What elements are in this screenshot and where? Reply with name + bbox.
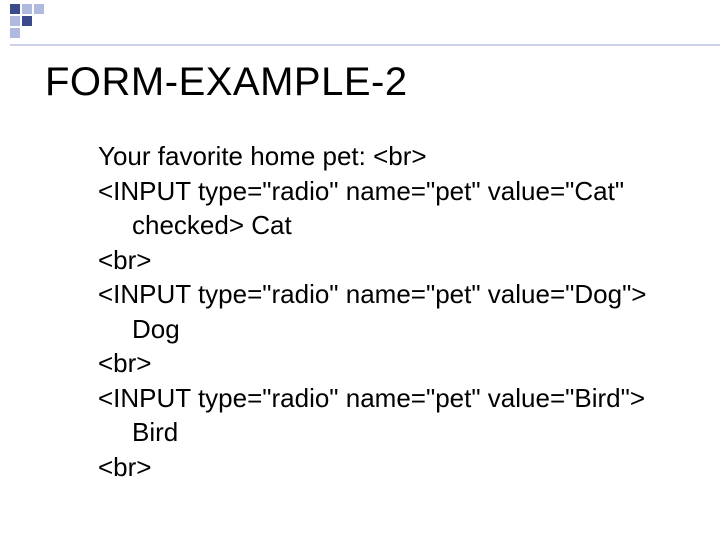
slide-title: FORM-EXAMPLE-2 — [45, 60, 408, 105]
code-line-continuation: checked> Cat — [98, 209, 660, 242]
code-line: <INPUT type="radio" name="pet" value="Bi… — [98, 382, 660, 415]
corner-decoration-icon — [0, 0, 60, 40]
code-line: <br> — [98, 347, 660, 380]
code-line: Your favorite home pet: <br> — [98, 140, 660, 173]
code-line-continuation: Bird — [98, 416, 660, 449]
slide-body: Your favorite home pet: <br> <INPUT type… — [98, 140, 660, 485]
code-line: <br> — [98, 451, 660, 484]
slide: FORM-EXAMPLE-2 Your favorite home pet: <… — [0, 0, 720, 540]
code-line: <INPUT type="radio" name="pet" value="Ca… — [98, 175, 660, 208]
code-line: <INPUT type="radio" name="pet" value="Do… — [98, 278, 660, 311]
horizontal-rule — [10, 44, 720, 46]
code-line: <br> — [98, 244, 660, 277]
code-line-continuation: Dog — [98, 313, 660, 346]
